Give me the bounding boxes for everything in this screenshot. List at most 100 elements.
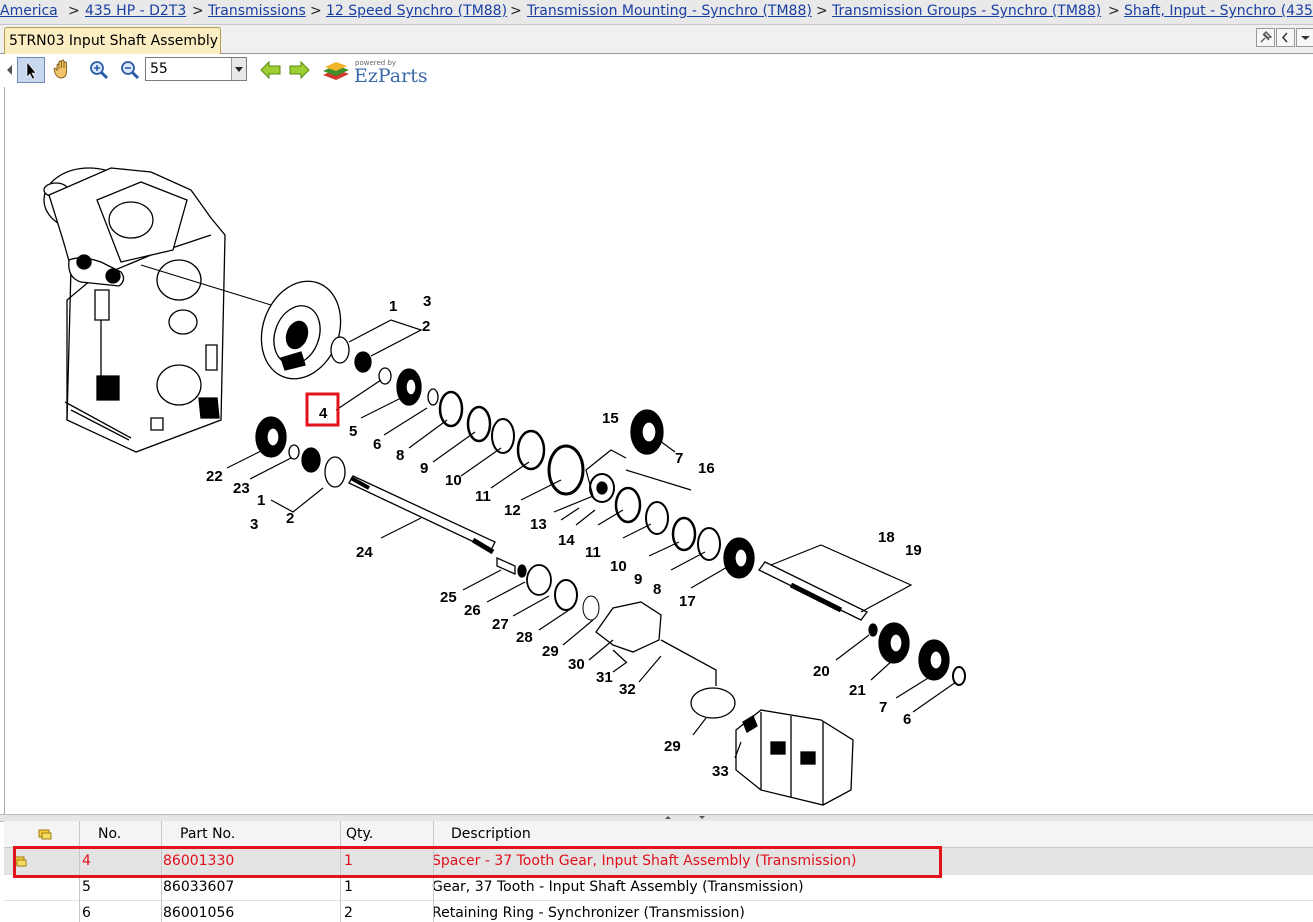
breadcrumb-link-mounting[interactable]: Transmission Mounting - Synchro (TM88) — [527, 3, 812, 20]
ezparts-logo-graphic: powered by EzParts — [323, 59, 428, 87]
transmission-housing-drawing — [43, 167, 226, 453]
tab-input-shaft-assembly[interactable]: 5TRN03 Input Shaft Assembly — [4, 27, 221, 54]
zoom-level-select[interactable]: 55 — [145, 57, 247, 81]
breadcrumb-separator: > — [816, 3, 828, 19]
callout-number[interactable]: 27 — [492, 616, 509, 633]
zoom-in-icon — [90, 61, 109, 80]
callout-number[interactable]: 9 — [634, 571, 642, 588]
callout-number[interactable]: 28 — [516, 629, 533, 646]
next-page-button[interactable] — [286, 57, 314, 83]
pin-button[interactable] — [1256, 28, 1275, 47]
callout-number[interactable]: 3 — [423, 293, 431, 310]
breadcrumb-link-model[interactable]: 435 HP - D2T3 — [85, 3, 186, 20]
previous-page-button[interactable] — [257, 57, 285, 83]
column-header-no[interactable]: No. — [98, 821, 121, 847]
callout-number[interactable]: 15 — [602, 410, 619, 427]
callout-number[interactable]: 9 — [420, 460, 428, 477]
breadcrumb-link-speed[interactable]: 12 Speed Synchro (TM88) — [326, 3, 507, 20]
callout-number[interactable]: 1 — [257, 492, 265, 509]
callout-number[interactable]: 10 — [445, 472, 462, 489]
callout-number[interactable]: 17 — [679, 593, 696, 610]
callout-number[interactable]: 2 — [286, 510, 294, 527]
table-row[interactable]: 6 86001056 2 Retaining Ring - Synchroniz… — [4, 900, 1313, 922]
table-header: No. Part No. Qty. Description — [4, 821, 1313, 848]
breadcrumb-link-shaft[interactable]: Shaft, Input - Synchro (435 — [1124, 3, 1313, 20]
breadcrumb-link-groups[interactable]: Transmission Groups - Synchro (TM88) — [832, 3, 1101, 20]
callout-number[interactable]: 20 — [813, 663, 830, 680]
callout-number[interactable]: 24 — [356, 544, 373, 561]
column-header-qty[interactable]: Qty. — [346, 821, 373, 847]
callout-number[interactable]: 23 — [233, 480, 250, 497]
callout-number[interactable]: 19 — [905, 542, 922, 559]
pan-tool-button[interactable] — [49, 57, 77, 83]
select-tool-button[interactable] — [17, 57, 45, 83]
row-qty: 2 — [344, 905, 353, 921]
breadcrumb-separator: > — [510, 3, 522, 19]
exploded-parts-diagram[interactable]: 1 3 2 4 5 6 8 9 10 11 12 13 14 15 16 7 2… — [4, 87, 1313, 814]
breadcrumb-link-region[interactable]: America — [0, 3, 58, 20]
callout-number[interactable]: 26 — [464, 602, 481, 619]
arrow-right-icon — [289, 60, 310, 80]
hand-icon — [53, 59, 67, 79]
ezparts-logo: powered by EzParts — [321, 58, 431, 87]
row-no: 6 — [82, 905, 91, 921]
callout-number[interactable]: 32 — [619, 681, 636, 698]
callout-number[interactable]: 33 — [712, 763, 729, 780]
menu-dropdown-button[interactable] — [1296, 28, 1313, 47]
chevron-left-icon — [1281, 32, 1288, 43]
callout-number[interactable]: 22 — [206, 468, 223, 485]
arrow-left-icon — [260, 60, 281, 80]
column-header-description[interactable]: Description — [451, 821, 531, 847]
selected-row-highlight — [13, 846, 942, 878]
callout-number[interactable]: 25 — [440, 589, 457, 606]
basket-icon — [38, 829, 52, 840]
bell-housing-plate-drawing — [260, 280, 342, 380]
logo-text: EzParts — [354, 65, 428, 86]
callout-number[interactable]: 30 — [568, 656, 585, 673]
breadcrumb-separator: > — [310, 3, 322, 19]
callout-number[interactable]: 5 — [349, 423, 357, 440]
caret-left-icon — [7, 65, 12, 75]
callout-number[interactable]: 1 — [389, 298, 397, 315]
arrow-pointer-icon — [26, 61, 37, 80]
output-shaft-drawing — [758, 561, 966, 686]
zoom-dropdown-toggle[interactable] — [231, 58, 246, 80]
callout-number[interactable]: 21 — [849, 682, 866, 699]
callout-number[interactable]: 10 — [610, 558, 627, 575]
callout-number[interactable]: 7 — [879, 699, 887, 716]
breadcrumb-separator: > — [1108, 3, 1120, 19]
caret-down-icon — [1301, 36, 1310, 40]
callout-number[interactable]: 29 — [542, 643, 559, 660]
breadcrumb-link-transmissions[interactable]: Transmissions — [208, 3, 306, 20]
callout-number[interactable]: 18 — [878, 529, 895, 546]
callout-leader-lines — [226, 319, 957, 759]
callout-number[interactable]: 29 — [664, 738, 681, 755]
diagram-canvas: 1 3 2 4 5 6 8 9 10 11 12 13 14 15 16 7 2… — [43, 167, 966, 806]
zoom-out-button[interactable] — [116, 57, 144, 83]
column-header-part-no[interactable]: Part No. — [180, 821, 235, 847]
callout-number[interactable]: 8 — [653, 581, 661, 598]
callout-number[interactable]: 6 — [373, 436, 381, 453]
zoom-in-button[interactable] — [85, 57, 113, 83]
callout-number[interactable]: 7 — [675, 450, 683, 467]
callout-number[interactable]: 13 — [530, 516, 547, 533]
callout-number[interactable]: 31 — [596, 669, 613, 686]
breadcrumb-separator: > — [192, 3, 204, 19]
callout-number[interactable]: 12 — [504, 502, 521, 519]
callout-number[interactable]: 3 — [250, 516, 258, 533]
row-description: Retaining Ring - Synchronizer (Transmiss… — [432, 905, 745, 921]
hydraulic-pump-drawing — [735, 709, 854, 806]
callout-number[interactable]: 2 — [422, 318, 430, 335]
callout-number[interactable]: 6 — [903, 711, 911, 728]
breadcrumb: America > 435 HP - D2T3 > Transmissions … — [0, 0, 1313, 25]
callout-number[interactable]: 11 — [585, 544, 601, 561]
toolbar-scroll-left[interactable] — [6, 62, 14, 78]
callout-number[interactable]: 8 — [396, 447, 404, 464]
callout-number[interactable]: 11 — [475, 488, 491, 505]
tab-label: 5TRN03 Input Shaft Assembly — [9, 33, 219, 49]
back-button[interactable] — [1276, 28, 1295, 47]
callout-number[interactable]: 14 — [558, 532, 575, 549]
table-row[interactable]: 5 86033607 1 Gear, 37 Tooth - Input Shaf… — [4, 874, 1313, 901]
callout-number[interactable]: 16 — [698, 460, 715, 477]
callout-number-selected[interactable]: 4 — [319, 405, 328, 422]
